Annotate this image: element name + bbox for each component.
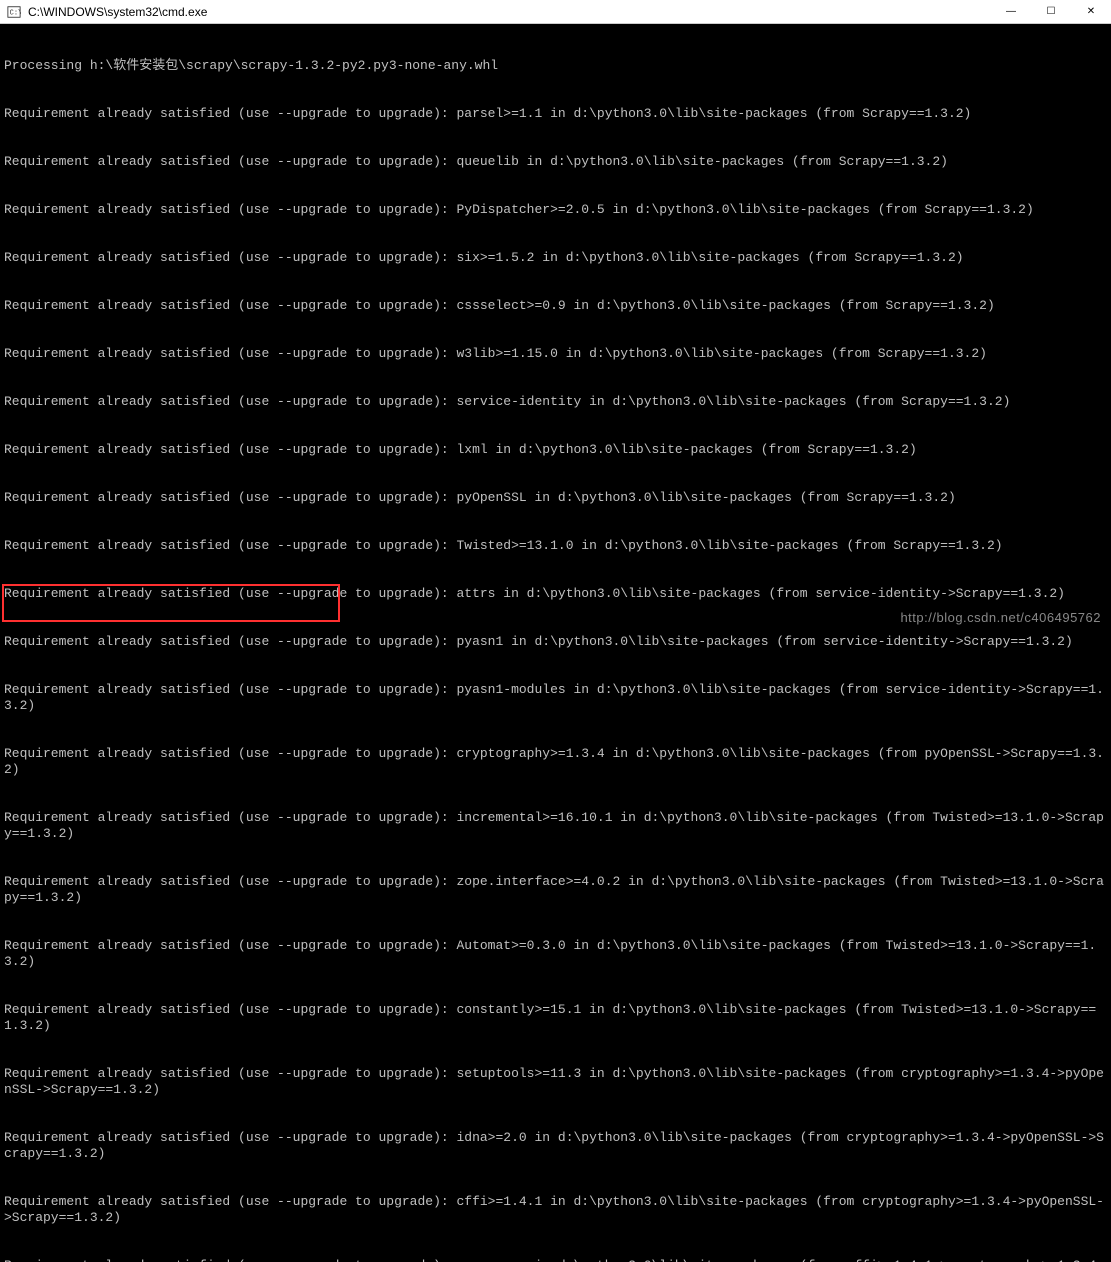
window-title: C:\WINDOWS\system32\cmd.exe [28,5,991,19]
window-titlebar: C:\ C:\WINDOWS\system32\cmd.exe — ☐ ✕ [0,0,1111,24]
window-controls: — ☐ ✕ [991,0,1111,23]
output-line: Requirement already satisfied (use --upg… [4,490,1107,506]
output-line: Requirement already satisfied (use --upg… [4,1194,1107,1226]
output-line: Requirement already satisfied (use --upg… [4,938,1107,970]
output-line: Requirement already satisfied (use --upg… [4,538,1107,554]
terminal-output[interactable]: Processing h:\软件安装包\scrapy\scrapy-1.3.2-… [0,24,1111,1262]
output-line: Requirement already satisfied (use --upg… [4,1258,1107,1262]
output-line: Requirement already satisfied (use --upg… [4,874,1107,906]
output-line: Requirement already satisfied (use --upg… [4,250,1107,266]
output-line: Requirement already satisfied (use --upg… [4,682,1107,714]
output-line: Requirement already satisfied (use --upg… [4,634,1107,650]
minimize-button[interactable]: — [991,0,1031,23]
svg-text:C:\: C:\ [10,9,21,17]
output-line: Requirement already satisfied (use --upg… [4,154,1107,170]
output-line: Requirement already satisfied (use --upg… [4,202,1107,218]
watermark-text: http://blog.csdn.net/c406495762 [900,610,1101,625]
output-line: Requirement already satisfied (use --upg… [4,346,1107,362]
output-line: Requirement already satisfied (use --upg… [4,106,1107,122]
cmd-icon: C:\ [6,4,22,20]
maximize-button[interactable]: ☐ [1031,0,1071,23]
output-line: Requirement already satisfied (use --upg… [4,1130,1107,1162]
output-line: Requirement already satisfied (use --upg… [4,1066,1107,1098]
output-line: Processing h:\软件安装包\scrapy\scrapy-1.3.2-… [4,58,1107,74]
output-line: Requirement already satisfied (use --upg… [4,298,1107,314]
close-button[interactable]: ✕ [1071,0,1111,23]
output-line: Requirement already satisfied (use --upg… [4,586,1107,602]
output-line: Requirement already satisfied (use --upg… [4,394,1107,410]
output-line: Requirement already satisfied (use --upg… [4,1002,1107,1034]
output-line: Requirement already satisfied (use --upg… [4,746,1107,778]
output-line: Requirement already satisfied (use --upg… [4,810,1107,842]
output-line: Requirement already satisfied (use --upg… [4,442,1107,458]
